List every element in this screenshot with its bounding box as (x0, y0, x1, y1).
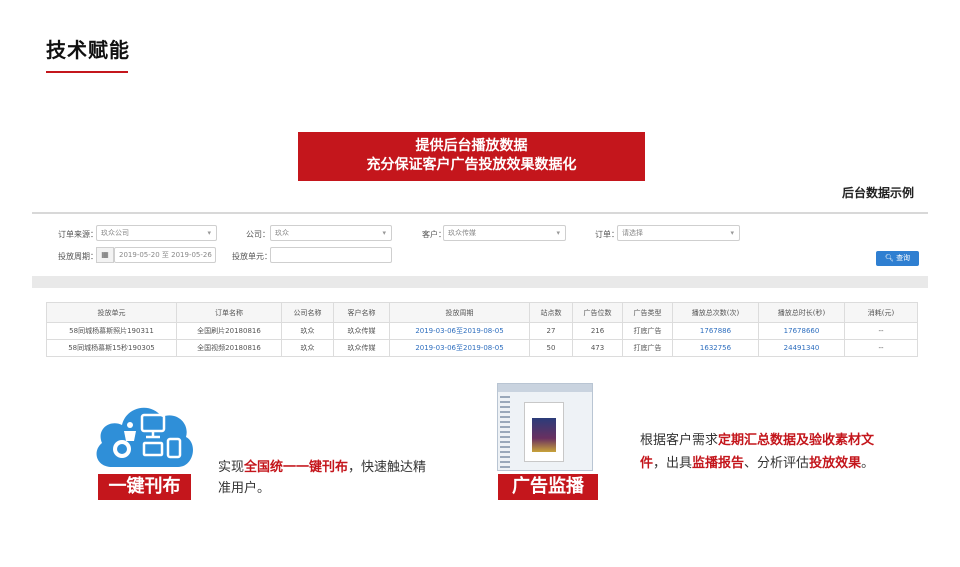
order-label: 订单： (595, 230, 619, 239)
col-header: 广告位数 (572, 302, 623, 323)
cell-customer: 玖众传媒 (333, 322, 390, 340)
desc-text: 根据客户需求 (640, 433, 719, 448)
cell-unit: 58同城杨慕斯15秒190305 (46, 339, 177, 357)
cell-period-link[interactable]: 2019-03-06至2019-08-05 (389, 322, 530, 340)
chevron-down-icon: ▾ (382, 229, 386, 237)
cell-order: 全国视频20180816 (176, 339, 282, 357)
cell-sites: 50 (529, 339, 573, 357)
cell-period-link[interactable]: 2019-03-06至2019-08-05 (389, 339, 530, 357)
col-header: 公司名称 (281, 302, 334, 323)
col-header: 订单名称 (176, 302, 282, 323)
customer-select[interactable]: 玖众传媒 ▾ (443, 225, 566, 241)
cell-slots: 216 (572, 322, 623, 340)
order-placeholder: 请选择 (622, 229, 643, 237)
period-label: 投放周期： (58, 252, 98, 261)
chevron-down-icon: ▾ (556, 229, 560, 237)
table-row[interactable]: 58同城杨慕斯照片190311 全国刷片20180816 玖众 玖众传媒 201… (46, 322, 918, 340)
query-button[interactable]: 🔍︎ 查询 (876, 251, 919, 266)
company-label: 公司： (246, 230, 270, 239)
cell-cost: -- (844, 339, 918, 357)
title-underline (46, 71, 128, 73)
window-titlebar (498, 384, 592, 392)
monitor-screenshot-icon (497, 383, 593, 471)
desc-text: 实现 (218, 460, 245, 475)
col-header: 广告类型 (622, 302, 673, 323)
order-source-value: 玖众公司 (101, 229, 129, 237)
cell-plays-link[interactable]: 1632756 (672, 339, 759, 357)
col-header: 播放总次数(次) (672, 302, 759, 323)
cell-duration-link[interactable]: 24491340 (758, 339, 845, 357)
cell-cost: -- (844, 322, 918, 340)
poster-thumbnail (532, 418, 556, 452)
table-row[interactable]: 58同城杨慕斯15秒190305 全国视频20180816 玖众 玖众传媒 20… (46, 339, 918, 357)
cell-sites: 27 (529, 322, 573, 340)
desc-text: 。 (861, 456, 875, 471)
period-value: 2019-05-20 至 2019-05-26 (119, 251, 212, 259)
period-input[interactable]: 2019-05-20 至 2019-05-26 (114, 247, 216, 263)
order-source-label: 订单来源： (58, 230, 98, 239)
cell-type: 打底广告 (622, 322, 673, 340)
panel-divider (32, 212, 928, 214)
ad-monitoring-tag: 广告监播 (498, 474, 598, 500)
company-value: 玖众 (275, 229, 289, 237)
cell-company: 玖众 (281, 322, 334, 340)
unit-label: 投放单元： (232, 252, 272, 261)
order-source-select[interactable]: 玖众公司 ▾ (96, 225, 217, 241)
results-table: 投放单元 订单名称 公司名称 客户名称 投放周期 站点数 广告位数 广告类型 播… (46, 302, 918, 357)
filter-separator-band (32, 276, 928, 288)
order-select[interactable]: 请选择 ▾ (617, 225, 740, 241)
cell-plays-link[interactable]: 1767886 (672, 322, 759, 340)
col-header: 站点数 (529, 302, 573, 323)
company-select[interactable]: 玖众 ▾ (270, 225, 392, 241)
cell-customer: 玖众传媒 (333, 339, 390, 357)
banner-line-2: 充分保证客户广告投放效果数据化 (366, 157, 577, 173)
col-header: 投放单元 (46, 302, 177, 323)
cell-company: 玖众 (281, 339, 334, 357)
headline-banner: 提供后台播放数据 充分保证客户广告投放效果数据化 (298, 132, 645, 181)
col-header: 播放总时长(秒) (758, 302, 845, 323)
search-icon: 🔍︎ (884, 254, 894, 262)
cloud-publish-icon (90, 393, 198, 471)
feature1-description: 实现全国统一一键刊布，快速触达精准用户。 (218, 457, 438, 499)
table-header-row: 投放单元 订单名称 公司名称 客户名称 投放周期 站点数 广告位数 广告类型 播… (46, 302, 918, 323)
cell-order: 全国刷片20180816 (176, 322, 282, 340)
desc-highlight: 全国统一一键刊布 (244, 460, 349, 475)
cell-type: 打底广告 (622, 339, 673, 357)
unit-input[interactable] (270, 247, 392, 263)
file-list (500, 396, 510, 468)
chevron-down-icon: ▾ (207, 229, 211, 237)
calendar-icon[interactable]: ▦ (96, 247, 114, 263)
page-title: 技术赋能 (46, 38, 130, 62)
chevron-down-icon: ▾ (730, 229, 734, 237)
cell-duration-link[interactable]: 17678660 (758, 322, 845, 340)
feature2-description: 根据客户需求定期汇总数据及验收素材文件，出具监播报告、分析评估投放效果。 (640, 429, 890, 475)
banner-line-1: 提供后台播放数据 (415, 138, 528, 154)
col-header: 客户名称 (333, 302, 390, 323)
desc-highlight: 监播报告 (692, 456, 745, 471)
query-button-label: 查询 (896, 254, 911, 262)
customer-value: 玖众传媒 (448, 229, 476, 237)
desc-text: ，出具 (653, 456, 693, 471)
example-caption: 后台数据示例 (841, 186, 914, 200)
col-header: 投放周期 (389, 302, 530, 323)
cell-unit: 58同城杨慕斯照片190311 (46, 322, 177, 340)
one-click-publish-tag: 一键刊布 (98, 474, 191, 500)
desc-highlight: 投放效果 (809, 456, 862, 471)
cell-slots: 473 (572, 339, 623, 357)
col-header: 消耗(元) (844, 302, 918, 323)
desc-text: 、分析评估 (744, 456, 810, 471)
